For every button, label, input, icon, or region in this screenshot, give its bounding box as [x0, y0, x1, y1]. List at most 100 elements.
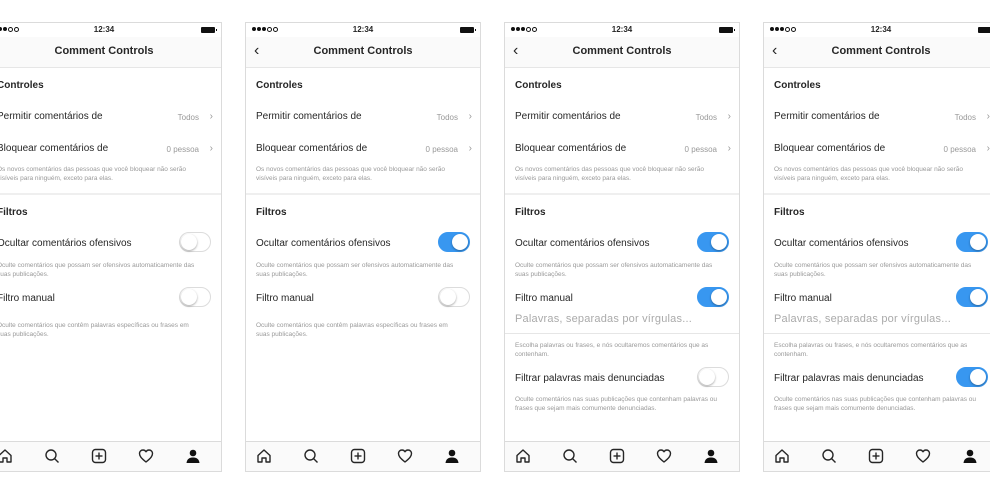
home-icon[interactable] — [774, 448, 790, 464]
block-help-text: Os novos comentários das pessoas que voc… — [256, 166, 445, 182]
input-divider — [505, 333, 739, 334]
search-icon[interactable] — [562, 448, 578, 464]
keywords-help-text: Escolha palavras ou frases, e nós oculta… — [774, 342, 968, 358]
manual-filter-toggle[interactable] — [438, 287, 470, 307]
home-icon[interactable] — [515, 448, 531, 464]
chevron-right-icon: › — [209, 111, 213, 122]
chevron-right-icon: › — [986, 111, 990, 122]
settings-content: Controles Permitir comentários de Todos … — [764, 68, 990, 442]
block-help-text: Os novos comentários das pessoas que voc… — [0, 166, 186, 182]
filters-header: Filtros — [774, 207, 805, 218]
battery-icon — [460, 27, 476, 33]
manual-filter-label: Filtro manual — [0, 293, 55, 304]
keywords-input[interactable]: Palavras, separadas por vírgulas... — [774, 313, 951, 325]
filters-header: Filtros — [0, 207, 28, 218]
block-comments-label: Bloquear comentários de — [774, 143, 886, 154]
offensive-filter-label: Ocultar comentários ofensivos — [515, 238, 650, 249]
tab-bar — [505, 441, 739, 471]
offensive-filter-label: Ocultar comentários ofensivos — [774, 238, 909, 249]
status-bar: 12:34 — [505, 23, 739, 37]
section-divider — [764, 193, 990, 195]
page-title: Comment Controls — [54, 45, 154, 57]
offensive-filter-toggle[interactable] — [179, 232, 211, 252]
add-post-icon[interactable] — [91, 448, 107, 464]
keywords-input[interactable]: Palavras, separadas por vírgulas... — [515, 313, 692, 325]
status-bar: 12:34 — [764, 23, 990, 37]
manual-help-text: Oculte comentários que contêm palavras e… — [0, 322, 189, 338]
manual-filter-label: Filtro manual — [256, 293, 314, 304]
allow-comments-label: Permitir comentários de — [0, 111, 103, 122]
manual-filter-toggle[interactable] — [956, 287, 988, 307]
section-divider — [505, 193, 739, 195]
activity-heart-icon[interactable] — [397, 448, 413, 464]
offensive-help-text: Oculte comentários que possam ser ofensi… — [515, 262, 713, 278]
reported-help-text: Oculte comentários nas suas publicações … — [515, 396, 717, 412]
search-icon[interactable] — [303, 448, 319, 464]
reported-filter-label: Filtrar palavras mais denunciadas — [515, 373, 665, 384]
offensive-help-text: Oculte comentários que possam ser ofensi… — [256, 262, 454, 278]
filters-header: Filtros — [515, 207, 546, 218]
nav-bar: ‹ Comment Controls — [505, 37, 739, 68]
manual-filter-toggle[interactable] — [179, 287, 211, 307]
reported-help-text: Oculte comentários nas suas publicações … — [774, 396, 976, 412]
block-help-text: Os novos comentários das pessoas que voc… — [774, 166, 963, 182]
add-post-icon[interactable] — [868, 448, 884, 464]
battery-icon — [719, 27, 735, 33]
offensive-filter-toggle[interactable] — [697, 232, 729, 252]
page-title: Comment Controls — [313, 45, 413, 57]
manual-filter-toggle[interactable] — [697, 287, 729, 307]
controls-header: Controles — [774, 80, 821, 91]
activity-heart-icon[interactable] — [915, 448, 931, 464]
status-time: 12:34 — [870, 25, 892, 34]
settings-content: Controles Permitir comentários de Todos … — [0, 68, 221, 442]
profile-icon[interactable] — [185, 448, 201, 464]
manual-filter-label: Filtro manual — [774, 293, 832, 304]
allow-comments-value: Todos — [436, 113, 458, 122]
nav-bar: ‹ Comment Controls — [0, 37, 221, 68]
search-icon[interactable] — [44, 448, 60, 464]
profile-icon[interactable] — [703, 448, 719, 464]
allow-comments-label: Permitir comentários de — [515, 111, 621, 122]
offensive-filter-toggle[interactable] — [956, 232, 988, 252]
allow-comments-value: Todos — [695, 113, 717, 122]
manual-help-text: Oculte comentários que contêm palavras e… — [256, 322, 448, 338]
chevron-right-icon: › — [209, 143, 213, 154]
chevron-right-icon: › — [986, 143, 990, 154]
status-time: 12:34 — [352, 25, 374, 34]
block-comments-value: 0 pessoa — [166, 145, 199, 154]
offensive-help-text: Oculte comentários que possam ser ofensi… — [774, 262, 972, 278]
reported-filter-toggle[interactable] — [697, 367, 729, 387]
phone-screen-3: 12:34 ‹ Comment Controls Controles Permi… — [504, 22, 740, 472]
reported-filter-label: Filtrar palavras mais denunciadas — [774, 373, 924, 384]
add-post-icon[interactable] — [609, 448, 625, 464]
chevron-right-icon: › — [468, 143, 472, 154]
activity-heart-icon[interactable] — [656, 448, 672, 464]
offensive-help-text: Oculte comentários que possam ser ofensi… — [0, 262, 195, 278]
block-comments-label: Bloquear comentários de — [256, 143, 368, 154]
battery-icon — [201, 27, 217, 33]
home-icon[interactable] — [0, 448, 13, 464]
offensive-filter-toggle[interactable] — [438, 232, 470, 252]
offensive-filter-label: Ocultar comentários ofensivos — [256, 238, 391, 249]
search-icon[interactable] — [821, 448, 837, 464]
page-title: Comment Controls — [831, 45, 931, 57]
home-icon[interactable] — [256, 448, 272, 464]
block-help-text: Os novos comentários das pessoas que voc… — [515, 166, 704, 182]
reported-filter-toggle[interactable] — [956, 367, 988, 387]
status-time: 12:34 — [611, 25, 633, 34]
controls-header: Controles — [0, 80, 44, 91]
page-title: Comment Controls — [572, 45, 672, 57]
nav-bar: ‹ Comment Controls — [246, 37, 480, 68]
block-comments-value: 0 pessoa — [425, 145, 458, 154]
status-time: 12:34 — [93, 25, 115, 34]
controls-header: Controles — [515, 80, 562, 91]
add-post-icon[interactable] — [350, 448, 366, 464]
nav-bar: ‹ Comment Controls — [764, 37, 990, 68]
profile-icon[interactable] — [444, 448, 460, 464]
section-divider — [0, 193, 221, 195]
tab-bar — [246, 441, 480, 471]
activity-heart-icon[interactable] — [138, 448, 154, 464]
profile-icon[interactable] — [962, 448, 978, 464]
tab-bar — [764, 441, 990, 471]
allow-comments-value: Todos — [954, 113, 976, 122]
